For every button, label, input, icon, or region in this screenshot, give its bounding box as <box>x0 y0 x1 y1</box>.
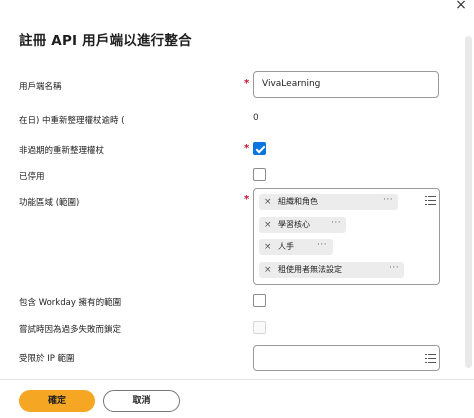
scope-pill-label: 租使用者無法設定 <box>278 265 342 274</box>
restricted-ip-label: 受限於 IP 範圍 <box>19 354 75 364</box>
scope-pill: × 學習核心 ··· <box>259 217 346 233</box>
scope-pill-label: 人手 <box>278 242 294 251</box>
list-prompt-icon[interactable] <box>425 196 436 205</box>
lock-on-failure-checkbox <box>253 321 266 334</box>
remove-icon[interactable]: × <box>264 262 272 278</box>
scope-pill: × 組織和角色 ··· <box>259 194 398 210</box>
non-expiring-token-label: 非過期的重新整理權杖 <box>19 146 105 156</box>
disabled-checkbox[interactable] <box>253 168 266 181</box>
dialog-footer: 確定 取消 <box>0 379 474 418</box>
scope-label: 功能區域 (範圍) <box>19 198 80 208</box>
scope-pill: × 人手 ··· <box>259 239 333 255</box>
register-api-client-dialog: × 註冊 API 用戶端以進行整合 用戶端名稱 * VivaLearning 在… <box>0 0 474 418</box>
refresh-token-timeout-value: 0 <box>253 113 259 123</box>
restricted-ip-input[interactable] <box>253 345 440 371</box>
client-name-input[interactable]: VivaLearning <box>253 71 439 98</box>
refresh-token-timeout-label: 在日) 中重新整理權杖逾時 ( <box>19 116 125 126</box>
required-indicator: * <box>244 143 250 154</box>
more-icon[interactable]: ··· <box>383 192 393 208</box>
more-icon[interactable]: ··· <box>331 215 341 231</box>
scope-multiselect[interactable]: × 組織和角色 ··· × 學習核心 ··· × 人手 ··· × 租使用者無法… <box>253 188 440 285</box>
required-indicator: * <box>244 194 250 205</box>
non-expiring-token-checkbox[interactable] <box>253 142 266 155</box>
lock-on-failure-label: 嘗試時因為過多失敗而鎖定 <box>19 325 122 335</box>
more-icon[interactable]: ··· <box>317 237 327 253</box>
disabled-label: 已停用 <box>19 172 45 182</box>
include-workday-scope-label: 包含 Workday 擁有的範圍 <box>19 298 122 308</box>
cancel-button[interactable]: 取消 <box>103 390 180 412</box>
client-name-label: 用戶端名稱 <box>19 82 62 92</box>
scope-pill-label: 學習核心 <box>278 220 310 229</box>
remove-icon[interactable]: × <box>264 239 272 255</box>
include-workday-scope-checkbox[interactable] <box>253 294 266 307</box>
required-indicator: * <box>244 78 250 89</box>
more-icon[interactable]: ··· <box>389 260 399 276</box>
scrollbar[interactable] <box>465 36 472 368</box>
close-icon[interactable]: × <box>452 0 470 14</box>
remove-icon[interactable]: × <box>264 194 272 210</box>
dialog-title: 註冊 API 用戶端以進行整合 <box>19 33 192 49</box>
scope-pill: × 租使用者無法設定 ··· <box>259 262 404 278</box>
scope-pill-label: 組織和角色 <box>278 197 318 206</box>
ok-button[interactable]: 確定 <box>19 390 95 412</box>
list-prompt-icon[interactable] <box>425 354 436 363</box>
remove-icon[interactable]: × <box>264 217 272 233</box>
